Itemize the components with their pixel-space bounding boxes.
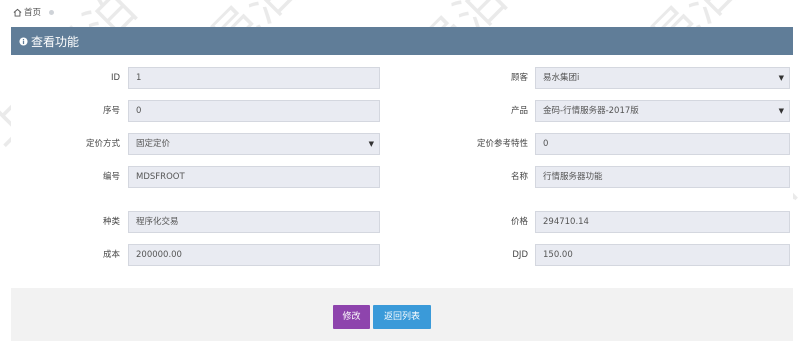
pricing-ref-field[interactable]: 0 [535,133,790,155]
cost-label: 成本 [102,250,120,260]
code-label: 编号 [102,172,120,182]
pricing-method-select[interactable]: 固定定价 ▼ [128,133,380,155]
id-field[interactable]: 1 [128,67,380,89]
pricing-method-label: 定价方式 [85,139,120,149]
id-label: ID [110,73,120,83]
form-row: 序号 0 产品 金码-行情服务器-2017版 ▼ [11,100,793,122]
customer-label: 顾客 [510,73,528,83]
code-field[interactable]: MDSFROOT [128,166,380,188]
product-select[interactable]: 金码-行情服务器-2017版 ▼ [535,100,790,122]
name-field[interactable]: 行情服务器功能 [535,166,790,188]
form-row: 成本 200000.00 DJD 150.00 [11,244,793,266]
pricing-ref-label: 定价参考特性 [476,139,528,149]
form-row: 编号 MDSFROOT 名称 行情服务器功能 [11,166,793,188]
panel-header: 查看功能 [11,27,793,55]
caret-down-icon: ▼ [368,140,374,148]
name-label: 名称 [510,172,528,182]
seq-label: 序号 [102,106,120,116]
form-row: ID 1 顾客 易水集团i ▼ [11,67,793,89]
price-label: 价格 [510,217,528,227]
caret-down-icon: ▼ [778,74,784,82]
kind-label: 种类 [102,217,120,227]
seq-field[interactable]: 0 [128,100,380,122]
product-label: 产品 [510,106,528,116]
breadcrumb-home-label: 首页 [24,8,42,18]
cost-field[interactable]: 200000.00 [128,244,380,266]
customer-select[interactable]: 易水集团i ▼ [535,67,790,89]
form-row: 定价方式 固定定价 ▼ 定价参考特性 0 [11,133,793,155]
breadcrumb: 首页 [0,0,800,24]
kind-field[interactable]: 程序化交易 [128,211,380,233]
djd-field[interactable]: 150.00 [535,244,790,266]
edit-button[interactable]: 修改 [333,305,370,329]
info-icon [19,36,28,46]
home-icon [13,8,22,17]
breadcrumb-dot [49,9,55,15]
form-row: 种类 程序化交易 价格 294710.14 [11,211,793,233]
breadcrumb-home[interactable]: 首页 [13,6,41,18]
djd-label: DJD [512,250,528,260]
page-title: 查看功能 [31,34,80,49]
caret-down-icon: ▼ [778,107,784,115]
detail-form: ID 1 顾客 易水集团i ▼ 序号 0 产品 金码-行情服务器-2017版 ▼… [11,55,793,288]
form-actions: 修改 返回列表 [11,288,793,341]
back-to-list-button[interactable]: 返回列表 [373,305,431,329]
price-field[interactable]: 294710.14 [535,211,790,233]
